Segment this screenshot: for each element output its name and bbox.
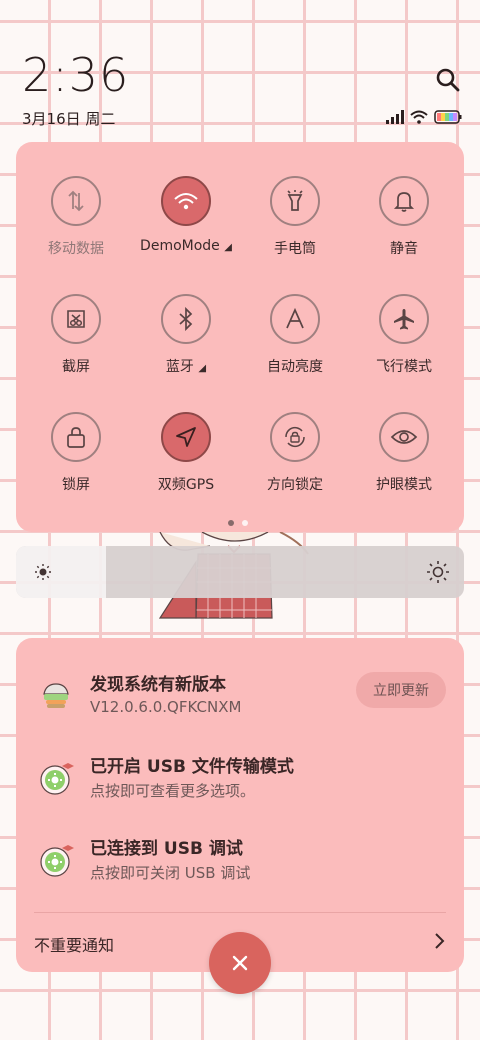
tile-lock-screen[interactable]: 锁屏 (20, 412, 132, 494)
notification-title: 已开启 USB 文件传输模式 (90, 757, 294, 777)
notification-system-update[interactable]: 发现系统有新版本 V12.0.6.0.QFKCNXM 立即更新 (16, 668, 464, 738)
tile-label: 手电筒 (274, 241, 316, 257)
wifi-status-icon (410, 109, 428, 128)
tile-auto-brightness[interactable]: 自动亮度 (239, 294, 351, 376)
tile-eye-care[interactable]: 护眼模式 (348, 412, 460, 494)
brightness-low-icon (34, 563, 52, 585)
lock-icon (51, 412, 101, 462)
eye-icon (379, 412, 429, 462)
tile-wifi[interactable]: DemoMode ◢ (130, 176, 242, 254)
tile-label: 双频GPS (157, 477, 215, 493)
notification-title: 已连接到 USB 调试 (90, 839, 243, 859)
notification-panel: 发现系统有新版本 V12.0.6.0.QFKCNXM 立即更新 已开启 USB … (16, 638, 464, 972)
chevron-right-icon[interactable] (434, 932, 446, 954)
brightness-fill (16, 546, 106, 598)
rotation-lock-icon (270, 412, 320, 462)
tile-label: 蓝牙 ◢ (165, 359, 207, 375)
tile-label: 锁屏 (62, 477, 90, 493)
tile-label: DemoMode ◢ (140, 238, 232, 254)
clock-date[interactable]: 3月16日 周二 (22, 108, 115, 129)
screenshot-icon (51, 294, 101, 344)
unimportant-notifications-link[interactable]: 不重要通知 (34, 932, 114, 956)
android-settings-icon (38, 842, 74, 878)
tile-screenshot[interactable]: 截屏 (20, 294, 132, 376)
search-icon[interactable] (434, 66, 462, 94)
brightness-high-icon (426, 560, 450, 588)
close-icon (232, 955, 248, 971)
notification-subtitle: 点按即可关闭 USB 调试 (90, 864, 251, 882)
page-indicator (228, 520, 248, 526)
page-dot-active (228, 520, 234, 526)
tile-label: 自动亮度 (267, 359, 323, 375)
tile-label: 飞行模式 (376, 359, 432, 375)
expand-arrow-icon: ◢ (224, 242, 232, 253)
mobile-data-icon (51, 176, 101, 226)
status-icons (386, 109, 462, 128)
system-update-icon (38, 678, 74, 714)
notification-usb-transfer[interactable]: 已开启 USB 文件传输模式 点按即可查看更多选项。 (16, 750, 464, 820)
notification-usb-debugging[interactable]: 已连接到 USB 调试 点按即可关闭 USB 调试 (16, 832, 464, 902)
quick-settings-panel: 移动数据 DemoMode ◢ 手电筒 静音 截屏 蓝牙 ◢ 自动亮度 飞行模式… (16, 142, 464, 532)
clear-all-button[interactable] (209, 932, 271, 994)
signal-icon (386, 109, 404, 128)
android-settings-icon (38, 760, 74, 796)
airplane-icon (379, 294, 429, 344)
tile-mute[interactable]: 静音 (348, 176, 460, 258)
divider (34, 912, 446, 913)
tile-bluetooth[interactable]: 蓝牙 ◢ (130, 294, 242, 376)
expand-arrow-icon: ◢ (198, 363, 207, 374)
page-dot (242, 520, 248, 526)
tile-rotation-lock[interactable]: 方向锁定 (239, 412, 351, 494)
update-now-button[interactable]: 立即更新 (356, 672, 446, 708)
tile-label: 护眼模式 (376, 477, 432, 493)
brightness-slider[interactable] (16, 546, 464, 598)
tile-dual-gps[interactable]: 双频GPS (130, 412, 242, 494)
gps-icon (161, 412, 211, 462)
tile-mobile-data[interactable]: 移动数据 (20, 176, 132, 258)
battery-icon (434, 109, 462, 128)
wifi-icon (161, 176, 211, 226)
tile-flashlight[interactable]: 手电筒 (239, 176, 351, 258)
tile-label: 截屏 (62, 359, 90, 375)
notification-subtitle: 点按即可查看更多选项。 (90, 782, 256, 800)
bluetooth-icon (161, 294, 211, 344)
auto-brightness-icon (270, 294, 320, 344)
tile-label: 移动数据 (48, 241, 104, 257)
tile-label: 静音 (390, 241, 418, 257)
tile-label: 方向锁定 (267, 477, 323, 493)
notification-title: 发现系统有新版本 (90, 675, 226, 695)
notification-subtitle: V12.0.6.0.QFKCNXM (90, 698, 242, 716)
flashlight-icon (270, 176, 320, 226)
clock-time[interactable]: 2:36 (22, 48, 129, 102)
bell-icon (379, 176, 429, 226)
tile-airplane[interactable]: 飞行模式 (348, 294, 460, 376)
